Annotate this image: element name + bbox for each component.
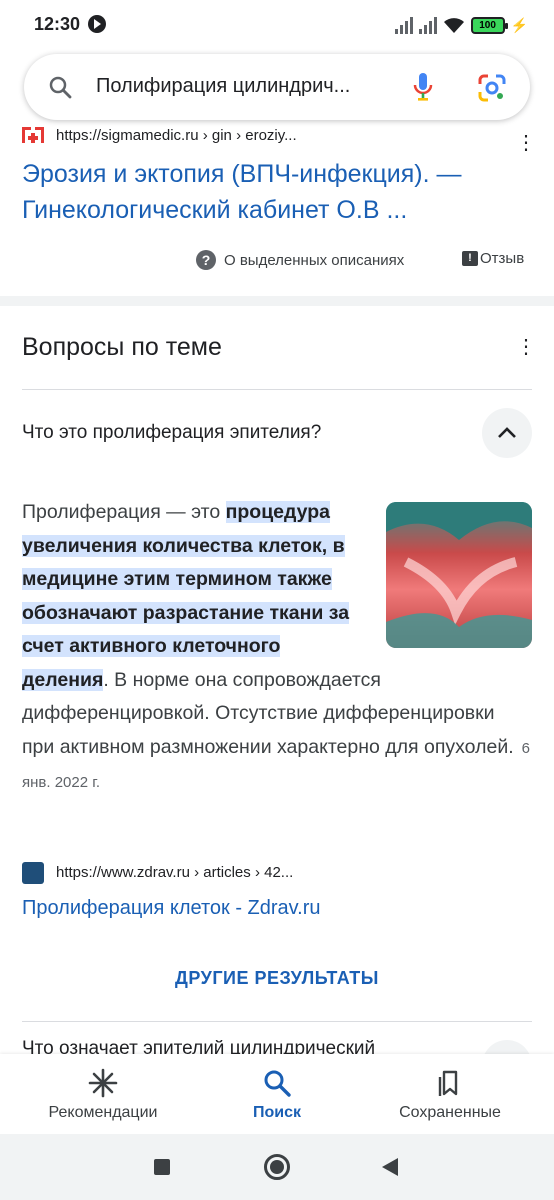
wifi-icon bbox=[443, 18, 464, 33]
expand-button[interactable] bbox=[482, 1040, 532, 1054]
result-title-line2[interactable]: Гинекологический кабинет О.В ... bbox=[22, 192, 542, 228]
feedback-label: Отзыв bbox=[480, 250, 525, 267]
question-2[interactable]: Что означает эпителий цилиндрический bbox=[22, 1040, 472, 1054]
mic-icon[interactable] bbox=[412, 72, 434, 102]
answer-snippet: Пролиферация — это процедура увеличения … bbox=[22, 496, 532, 800]
nav-label: Сохраненные bbox=[399, 1104, 501, 1121]
result-title-line1[interactable]: Эрозия и эктопия (ВПЧ-инфекция). — bbox=[22, 156, 542, 192]
source-title-link[interactable]: Пролиферация клеток - Zdrav.ru bbox=[22, 897, 321, 920]
question-1[interactable]: Что это пролиферация эпителия? bbox=[22, 422, 321, 444]
answer-highlight: процедура увеличения количества клеток, … bbox=[22, 501, 350, 691]
divider bbox=[22, 389, 532, 390]
related-questions-heading: Вопросы по теме bbox=[22, 333, 222, 361]
result-url[interactable]: https://sigmamedic.ru › gin › eroziy... bbox=[56, 127, 297, 144]
source-url[interactable]: https://www.zdrav.ru › articles › 42... bbox=[56, 864, 293, 881]
collapse-button[interactable] bbox=[482, 408, 532, 458]
signal-icon-2 bbox=[418, 16, 437, 34]
back-icon[interactable] bbox=[382, 1158, 398, 1176]
chevron-up-icon bbox=[498, 427, 516, 438]
source-favicon-icon bbox=[22, 862, 44, 884]
nav-label: Поиск bbox=[252, 1104, 301, 1121]
more-results-button[interactable]: ДРУГИЕ РЕЗУЛЬТАТЫ bbox=[0, 968, 554, 989]
feedback-icon: ! bbox=[462, 251, 478, 266]
search-input[interactable]: Полифирация цилиндрич... bbox=[96, 75, 396, 98]
feedback-link[interactable]: ! Отзыв bbox=[462, 250, 524, 267]
home-icon[interactable] bbox=[264, 1154, 290, 1180]
more-options-icon[interactable]: ⋮ bbox=[516, 130, 536, 155]
search-bar[interactable]: Полифирация цилиндрич... bbox=[24, 54, 530, 120]
result-title[interactable]: Эрозия и эктопия (ВПЧ-инфекция). — Гинек… bbox=[22, 156, 542, 228]
status-indicators: 100 ⚡ bbox=[394, 14, 528, 36]
bottom-navigation: Рекомендации Поиск Сохраненные bbox=[0, 1054, 554, 1134]
battery-icon: 100 bbox=[470, 16, 508, 34]
nav-search[interactable]: Поиск bbox=[197, 1068, 357, 1122]
about-snippets-link[interactable]: ? О выделенных описаниях bbox=[196, 250, 404, 270]
nav-label: Рекомендации bbox=[48, 1104, 158, 1121]
recent-apps-icon[interactable] bbox=[154, 1159, 170, 1175]
system-navigation-bar bbox=[0, 1134, 554, 1200]
status-bar: 12:30 100 ⚡ bbox=[0, 0, 554, 50]
search-icon bbox=[264, 1070, 291, 1097]
search-icon[interactable] bbox=[48, 75, 72, 99]
questions-more-options-icon[interactable]: ⋮ bbox=[516, 334, 536, 359]
question-2-label: Что означает эпителий цилиндрический bbox=[22, 1040, 376, 1054]
charging-icon: ⚡ bbox=[510, 16, 528, 33]
asterisk-icon bbox=[88, 1068, 118, 1098]
answer-image[interactable] bbox=[386, 502, 532, 648]
bookmarks-icon bbox=[438, 1070, 458, 1096]
status-time: 12:30 bbox=[34, 14, 81, 34]
site-favicon-icon bbox=[22, 127, 44, 143]
help-icon: ? bbox=[196, 250, 216, 270]
section-divider bbox=[0, 296, 554, 306]
divider bbox=[22, 1021, 532, 1022]
nav-saved[interactable]: Сохраненные bbox=[370, 1068, 530, 1122]
notification-icon bbox=[88, 15, 106, 33]
nav-recommendations[interactable]: Рекомендации bbox=[23, 1068, 183, 1122]
lens-icon[interactable] bbox=[478, 74, 506, 102]
signal-icon bbox=[394, 16, 413, 34]
answer-intro: Пролиферация — это bbox=[22, 501, 226, 523]
about-snippets-label: О выделенных описаниях bbox=[224, 251, 405, 269]
